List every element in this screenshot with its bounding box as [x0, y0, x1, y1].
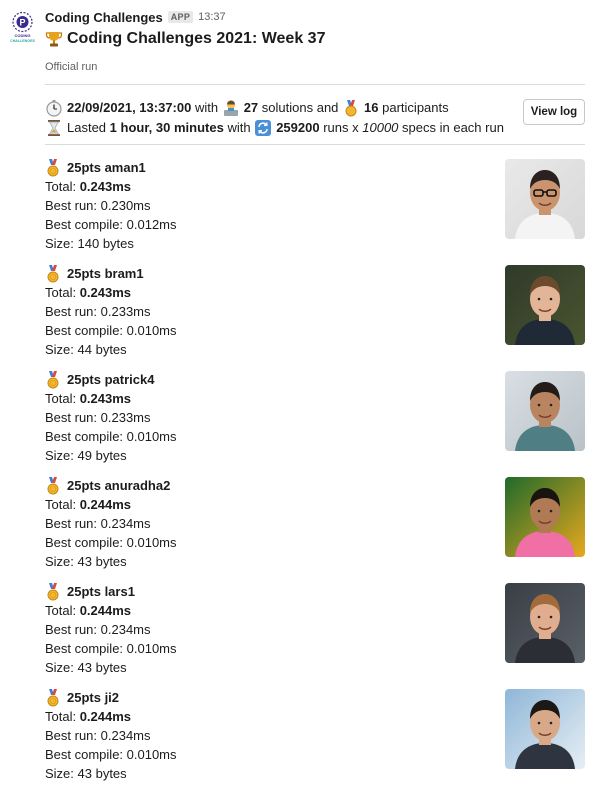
medal-icon [47, 688, 59, 706]
participant-avatar[interactable] [505, 159, 585, 239]
best-compile: Best compile: 0.010ms [45, 747, 177, 762]
run-duration: 1 hour, 30 minutes [109, 120, 224, 135]
solution-size: Size: 44 bytes [45, 342, 127, 357]
result-header: 25pts anuradha2 [45, 476, 585, 495]
divider [45, 84, 585, 85]
result-header: 25pts lars1 [45, 582, 585, 601]
participant-avatar[interactable] [505, 371, 585, 451]
runs-count: 259200 [276, 120, 320, 135]
app-badge: APP [167, 11, 194, 23]
run-datetime: 22/09/2021, 13:37:00 [67, 100, 192, 115]
result-entry: 25pts bram1 Total: 0.243ms Best run: 0.2… [45, 264, 585, 364]
medal-icon [47, 158, 59, 176]
participant-name[interactable]: 25pts patrick4 [67, 372, 154, 387]
stopwatch-icon [46, 100, 62, 117]
participant-name[interactable]: 25pts aman1 [67, 160, 146, 175]
solution-size: Size: 43 bytes [45, 554, 127, 569]
participants-count: 16 [364, 100, 379, 115]
total-time: Total: 0.244ms [45, 497, 132, 512]
solutions-count: 27 [243, 100, 259, 115]
participants-label: participants [382, 100, 449, 115]
trophy-icon [45, 32, 63, 47]
total-time: Total: 0.244ms [45, 709, 132, 724]
medal-icon [47, 370, 59, 388]
participant-avatar[interactable] [505, 689, 585, 769]
result-entry: 25pts aman1 Total: 0.243ms Best run: 0.2… [45, 158, 585, 258]
runs-label: runs x [323, 120, 359, 135]
run-summary: 22/09/2021, 13:37:00 with 27 solutions a… [45, 98, 515, 138]
hourglass-icon [48, 120, 60, 136]
best-run: Best run: 0.234ms [45, 728, 151, 743]
summary-with-text-2: with [227, 120, 251, 135]
specs-label: specs in each run [402, 120, 504, 135]
app-logo-icon[interactable]: P CODING CHALLENGES [8, 9, 37, 45]
result-entry: 25pts anuradha2 Total: 0.244ms Best run:… [45, 476, 585, 576]
medal-icon [47, 476, 59, 494]
solution-size: Size: 43 bytes [45, 766, 127, 781]
result-header: 25pts patrick4 [45, 370, 585, 389]
specs-count: 10000 [362, 120, 399, 135]
best-compile: Best compile: 0.012ms [45, 217, 177, 232]
svg-text:P: P [19, 18, 25, 28]
participant-name[interactable]: 25pts anuradha2 [67, 478, 170, 493]
best-compile: Best compile: 0.010ms [45, 535, 177, 550]
svg-text:CODING: CODING [15, 33, 31, 38]
summary-line-1: 22/09/2021, 13:37:00 with 27 solutions a… [45, 98, 515, 118]
message-timestamp[interactable]: 13:37 [198, 11, 226, 23]
result-entry: 25pts patrick4 Total: 0.243ms Best run: … [45, 370, 585, 470]
summary-line-2: Lasted 1 hour, 30 minutes with 259200 ru… [45, 118, 515, 138]
medal-icon [345, 100, 357, 117]
medal-icon [47, 264, 59, 282]
best-run: Best run: 0.233ms [45, 304, 151, 319]
best-compile: Best compile: 0.010ms [45, 429, 177, 444]
result-header: 25pts aman1 [45, 158, 585, 177]
message-title-row: Coding Challenges 2021: Week 37 [45, 30, 325, 48]
solution-size: Size: 140 bytes [45, 236, 134, 251]
best-run: Best run: 0.234ms [45, 622, 151, 637]
participant-avatar[interactable] [505, 477, 585, 557]
message-title: Coding Challenges 2021: Week 37 [67, 30, 326, 47]
result-entry: 25pts lars1 Total: 0.244ms Best run: 0.2… [45, 582, 585, 682]
total-time: Total: 0.243ms [45, 391, 132, 406]
solution-size: Size: 49 bytes [45, 448, 127, 463]
total-time: Total: 0.243ms [45, 285, 132, 300]
result-header: 25pts ji2 [45, 688, 585, 707]
lasted-label: Lasted [67, 120, 107, 135]
participant-name[interactable]: 25pts ji2 [67, 690, 119, 705]
sender-name[interactable]: Coding Challenges [45, 10, 163, 25]
participant-name[interactable]: 25pts bram1 [67, 266, 144, 281]
summary-with-text: with [194, 100, 219, 115]
solution-size: Size: 43 bytes [45, 660, 127, 675]
solutions-label: solutions and [261, 100, 339, 115]
participant-name[interactable]: 25pts lars1 [67, 584, 135, 599]
participant-avatar[interactable] [505, 583, 585, 663]
technologist-icon [223, 100, 238, 116]
result-entry: 25pts ji2 Total: 0.244ms Best run: 0.234… [45, 688, 585, 788]
message-subtitle: Official run [45, 61, 98, 73]
repeat-icon [255, 120, 272, 136]
best-run: Best run: 0.234ms [45, 516, 151, 531]
total-time: Total: 0.244ms [45, 603, 132, 618]
total-time: Total: 0.243ms [45, 179, 132, 194]
best-compile: Best compile: 0.010ms [45, 641, 177, 656]
view-log-button[interactable]: View log [523, 99, 585, 125]
result-header: 25pts bram1 [45, 264, 585, 283]
participant-avatar[interactable] [505, 265, 585, 345]
best-run: Best run: 0.233ms [45, 410, 151, 425]
divider [45, 144, 585, 145]
svg-text:CHALLENGES: CHALLENGES [10, 39, 35, 43]
best-run: Best run: 0.230ms [45, 198, 151, 213]
message-header: Coding Challenges APP 13:37 [45, 9, 226, 25]
medal-icon [47, 582, 59, 600]
best-compile: Best compile: 0.010ms [45, 323, 177, 338]
